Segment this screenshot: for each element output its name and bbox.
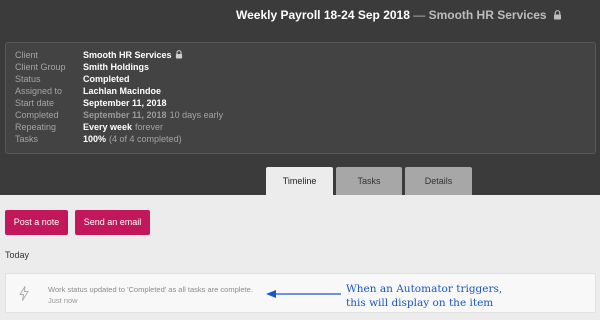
detail-label: Tasks — [15, 134, 39, 144]
detail-label: Status — [15, 74, 41, 84]
lock-icon — [553, 9, 562, 23]
job-header-panel: Weekly Payroll 18-24 Sep 2018 — Smooth H… — [0, 0, 600, 195]
status-value: Completed — [83, 74, 130, 84]
lightning-bolt-icon — [19, 286, 29, 306]
post-note-button[interactable]: Post a note — [5, 210, 68, 235]
detail-label: Completed — [15, 110, 59, 120]
job-details-box: Client Smooth HR Services Client Group Smi… — [5, 42, 596, 154]
send-email-button[interactable]: Send an email — [75, 210, 150, 235]
tab-details[interactable]: Details — [405, 167, 472, 195]
assignee-value: Lachlan Macindoe — [83, 86, 162, 96]
detail-label: Assigned to — [15, 86, 63, 96]
page-title: Weekly Payroll 18-24 Sep 2018 — Smooth H… — [236, 8, 562, 23]
timeline-item-message: Work status updated to 'Completed' as al… — [48, 285, 253, 294]
detail-row-client: Client Smooth HR Services — [15, 49, 183, 61]
tasks-count-note: (4 of 4 completed) — [109, 134, 182, 144]
completed-note: 10 days early — [169, 110, 224, 120]
repeating-note: forever — [135, 122, 164, 132]
completed-date-value: September 11, 2018 — [83, 110, 167, 120]
repeating-value: Every week — [83, 122, 133, 132]
title-separator: — — [409, 8, 429, 22]
timeline-item-time: Just now — [48, 296, 78, 305]
detail-row-repeating: Repeating Every week forever — [15, 121, 163, 133]
detail-row-tasks: Tasks 100% (4 of 4 completed) — [15, 133, 182, 145]
job-title: Weekly Payroll 18-24 Sep 2018 — [236, 8, 410, 22]
tab-timeline[interactable]: Timeline — [266, 167, 333, 195]
annotation-arrow — [266, 290, 341, 298]
detail-row-start-date: Start date September 11, 2018 — [15, 97, 167, 109]
tab-tasks[interactable]: Tasks — [336, 167, 402, 195]
detail-row-client-group: Client Group Smith Holdings — [15, 61, 149, 73]
title-client-name: Smooth HR Services — [428, 8, 547, 22]
detail-row-status: Status Completed — [15, 73, 130, 85]
annotation-callout: When an Automator triggers, this will di… — [346, 282, 502, 310]
detail-label: Start date — [15, 98, 55, 108]
detail-label: Client Group — [15, 62, 66, 72]
annotation-line-1: When an Automator triggers, — [346, 283, 503, 295]
lock-icon — [175, 50, 183, 62]
client-link[interactable]: Smooth HR Services — [83, 50, 172, 60]
detail-row-assigned-to: Assigned to Lachlan Macindoe — [15, 85, 161, 97]
detail-label: Client — [15, 50, 39, 60]
client-group-link[interactable]: Smith Holdings — [83, 62, 149, 72]
annotation-line-2: this will display on the item — [346, 297, 494, 309]
detail-label: Repeating — [15, 122, 57, 132]
tasks-percent-value: 100% — [83, 134, 107, 144]
detail-row-completed: Completed September 11, 2018 10 days early — [15, 109, 223, 121]
start-date-value: September 11, 2018 — [83, 98, 167, 108]
timeline-group-label: Today — [5, 250, 30, 260]
